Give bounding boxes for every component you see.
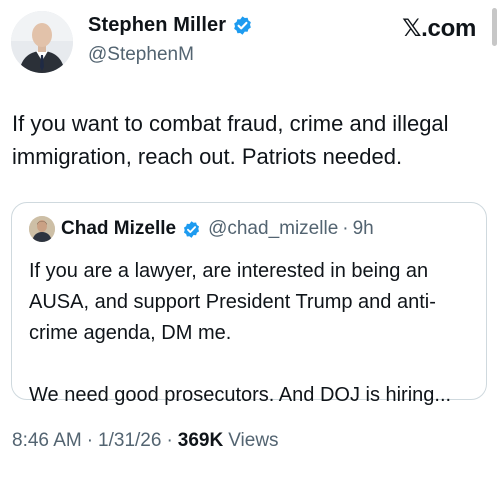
separator-dot: · [86, 430, 94, 451]
tweet-header: Stephen Miller @StephenM 𝕏.com [0, 0, 500, 80]
tweet-time[interactable]: 8:46 AM [12, 430, 82, 452]
separator-dot: · [166, 430, 173, 451]
tweet-meta: 8:46 AM · 1/31/26 · 369K Views [12, 430, 279, 452]
verified-badge-icon [184, 220, 200, 238]
x-logo-icon: 𝕏 [402, 14, 422, 42]
quoted-tweet-header: Chad Mizelle @chad_mizelle · 9h [29, 216, 374, 242]
person-avatar-icon [11, 11, 73, 73]
quoted-author-name[interactable]: Chad Mizelle [61, 218, 176, 240]
x-logo: 𝕏.com [402, 14, 476, 43]
author-handle[interactable]: @StephenM [88, 44, 194, 66]
quoted-tweet-text: If you are a lawyer, are interested in b… [29, 256, 469, 411]
quoted-author-handle[interactable]: @chad_mizelle [208, 218, 338, 240]
brand-domain: .com [421, 15, 476, 42]
author-name[interactable]: Stephen Miller [88, 14, 226, 37]
views-label: Views [228, 430, 279, 451]
author-avatar[interactable] [11, 11, 73, 73]
quoted-tweet[interactable]: Chad Mizelle @chad_mizelle · 9h If you a… [11, 202, 487, 406]
quoted-paragraph: We need good prosecutors. And DOJ is hir… [29, 384, 452, 406]
verified-badge-icon [234, 16, 251, 35]
tweet-text: If you want to combat fraud, crime and i… [12, 111, 449, 169]
person-avatar-icon [29, 216, 55, 242]
quoted-timestamp[interactable]: 9h [353, 218, 374, 240]
author-name-row: Stephen Miller [88, 14, 253, 37]
views-count: 369K [177, 430, 224, 451]
scrollbar[interactable] [492, 8, 497, 46]
separator-dot: · [342, 218, 349, 239]
quoted-paragraph: If you are a lawyer, are interested in b… [29, 260, 436, 344]
quoted-author-avatar[interactable] [29, 216, 55, 242]
tweet-date[interactable]: 1/31/26 [98, 430, 161, 452]
